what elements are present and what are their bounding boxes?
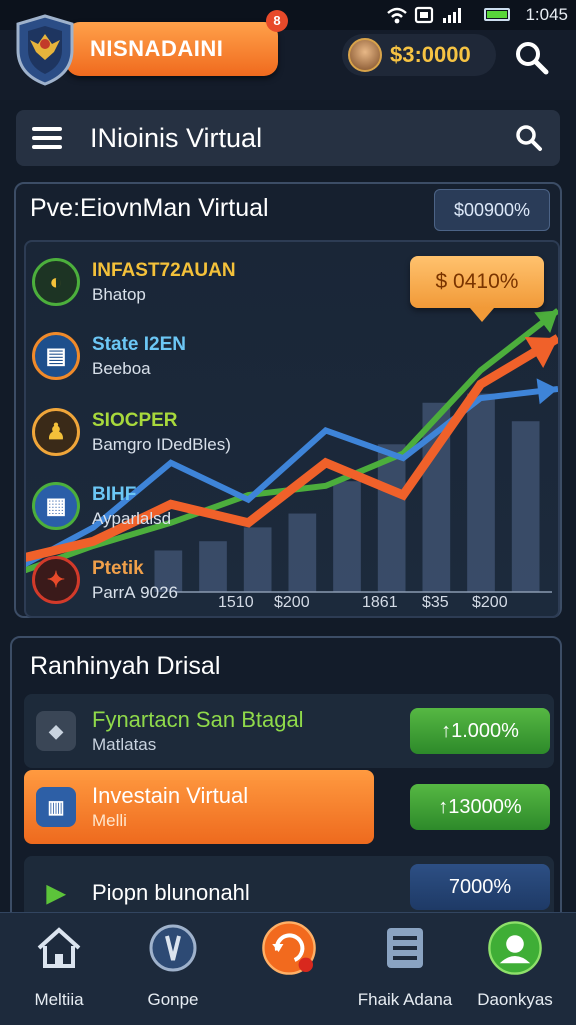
nav-item-documents[interactable]: Fhaik Adana bbox=[350, 920, 460, 1010]
chart-panel-title: Pve:EiovnMan Virtual bbox=[30, 194, 269, 222]
asset-item-1[interactable]: ◐ INFAST72AUAN Bhatop bbox=[32, 258, 236, 306]
battery-icon bbox=[484, 8, 510, 21]
avatar bbox=[348, 38, 382, 72]
nav-label: Daonkyas bbox=[477, 990, 553, 1009]
row-name: Fynartacn San Btagal bbox=[92, 707, 304, 732]
nav-item-center[interactable] bbox=[234, 920, 344, 990]
nfc-icon bbox=[414, 6, 434, 24]
chart-bar bbox=[467, 393, 495, 592]
compass-icon bbox=[145, 920, 201, 976]
x-tick: $200 bbox=[472, 594, 508, 611]
nav-item-home[interactable]: Meltiia bbox=[4, 920, 114, 1010]
x-tick: 1510 bbox=[218, 594, 254, 611]
document-icon bbox=[377, 920, 433, 976]
asset-name: State I2EN bbox=[92, 333, 186, 355]
chart-bar bbox=[243, 527, 272, 592]
shield-icon: ◆ bbox=[36, 711, 76, 751]
leaf-icon: ✦ bbox=[32, 556, 80, 604]
asset-item-4[interactable]: ▦ BIHF Ayparlalsd bbox=[32, 482, 171, 530]
search-bar[interactable]: INioinis Virtual bbox=[16, 110, 560, 166]
asset-name: SIOCPER bbox=[92, 409, 178, 431]
asset-name: BIHF bbox=[92, 483, 137, 505]
asset-item-5[interactable]: ✦ Ptetik ParrА 9026 bbox=[32, 556, 178, 604]
asset-sub: Ayparlalsd bbox=[92, 508, 172, 528]
search-icon[interactable] bbox=[512, 38, 552, 78]
ranking-title: Ranhinyah Drisal bbox=[30, 652, 221, 680]
home-icon bbox=[31, 920, 87, 976]
profile-icon bbox=[487, 920, 543, 976]
menu-icon[interactable] bbox=[32, 127, 62, 149]
asset-item-2[interactable]: ▤ State I2EN Beeboa bbox=[32, 332, 186, 380]
ranking-row-2[interactable]: ▥ Investain Virtual Melli bbox=[24, 770, 374, 844]
asset-name: Ptetik bbox=[92, 557, 144, 579]
ranking-row-1[interactable]: ◆ Fynartacn San Btagal Matlatas ↑1.000% bbox=[24, 694, 554, 768]
signal-icon bbox=[443, 8, 461, 23]
row-name: Piopn blunonahl bbox=[92, 880, 250, 905]
chart-bar bbox=[377, 444, 406, 592]
search-bar-icon[interactable] bbox=[514, 123, 544, 153]
asset-sub: Bamgro IDedBles) bbox=[92, 434, 231, 454]
balance-text: $3:0000 bbox=[390, 42, 471, 67]
book-icon: ▤ bbox=[32, 332, 80, 380]
row-value-button[interactable]: ↑1.000% bbox=[410, 708, 550, 754]
asset-sub: Beeboa bbox=[92, 358, 151, 378]
row-sub: Melli bbox=[92, 811, 127, 830]
x-tick: $35 bbox=[422, 594, 449, 611]
search-bar-title: INioinis Virtual bbox=[90, 122, 263, 153]
asset-name: INFAST72AUAN bbox=[92, 259, 236, 281]
chart-bar bbox=[288, 513, 317, 592]
x-tick: $200 bbox=[274, 594, 310, 611]
chart-bar bbox=[511, 421, 540, 592]
nav-label: Gonpe bbox=[147, 990, 199, 1009]
chart-percent-badge[interactable]: $00900% bbox=[434, 189, 550, 231]
chart-arrow-head bbox=[536, 378, 558, 405]
chart-icon: ▥ bbox=[36, 787, 76, 827]
wifi-icon bbox=[387, 7, 407, 24]
nav-label: Meltiia bbox=[34, 990, 84, 1009]
people-icon: ♟ bbox=[32, 408, 80, 456]
nav-item-profile[interactable]: Daonkyas bbox=[460, 920, 570, 1010]
document-icon: ▦ bbox=[32, 482, 80, 530]
asset-item-3[interactable]: ♟ SIOCPER Bamgro IDedBles) bbox=[32, 408, 231, 456]
row-sub: Matlatas bbox=[92, 735, 157, 754]
balance-pill[interactable]: $3:0000 bbox=[342, 34, 496, 76]
brand-button[interactable]: NISNADAINI bbox=[66, 22, 278, 76]
bulb-icon: ◐ bbox=[32, 258, 80, 306]
chart-bar bbox=[333, 481, 361, 592]
asset-sub: ParrА 9026 bbox=[92, 582, 178, 602]
status-time: 1:045 bbox=[525, 5, 568, 24]
nav-item-explore[interactable]: Gonpe bbox=[118, 920, 228, 1010]
row-value-button[interactable]: 7000% bbox=[410, 864, 550, 910]
play-icon: ▶ bbox=[46, 879, 66, 907]
nav-label: Fhaik Adana bbox=[357, 990, 453, 1009]
notification-badge[interactable]: 8 bbox=[266, 10, 288, 32]
asset-sub: Bhatop bbox=[92, 284, 146, 304]
row-value-button[interactable]: ↑13000% bbox=[410, 784, 550, 830]
price-tag: $ 0410% bbox=[410, 256, 544, 322]
row-name: Investain Virtual bbox=[92, 783, 249, 808]
refresh-icon bbox=[261, 920, 317, 976]
shield-logo-icon bbox=[16, 14, 74, 86]
chart-bar bbox=[199, 541, 227, 592]
x-tick: 1861 bbox=[362, 594, 398, 611]
